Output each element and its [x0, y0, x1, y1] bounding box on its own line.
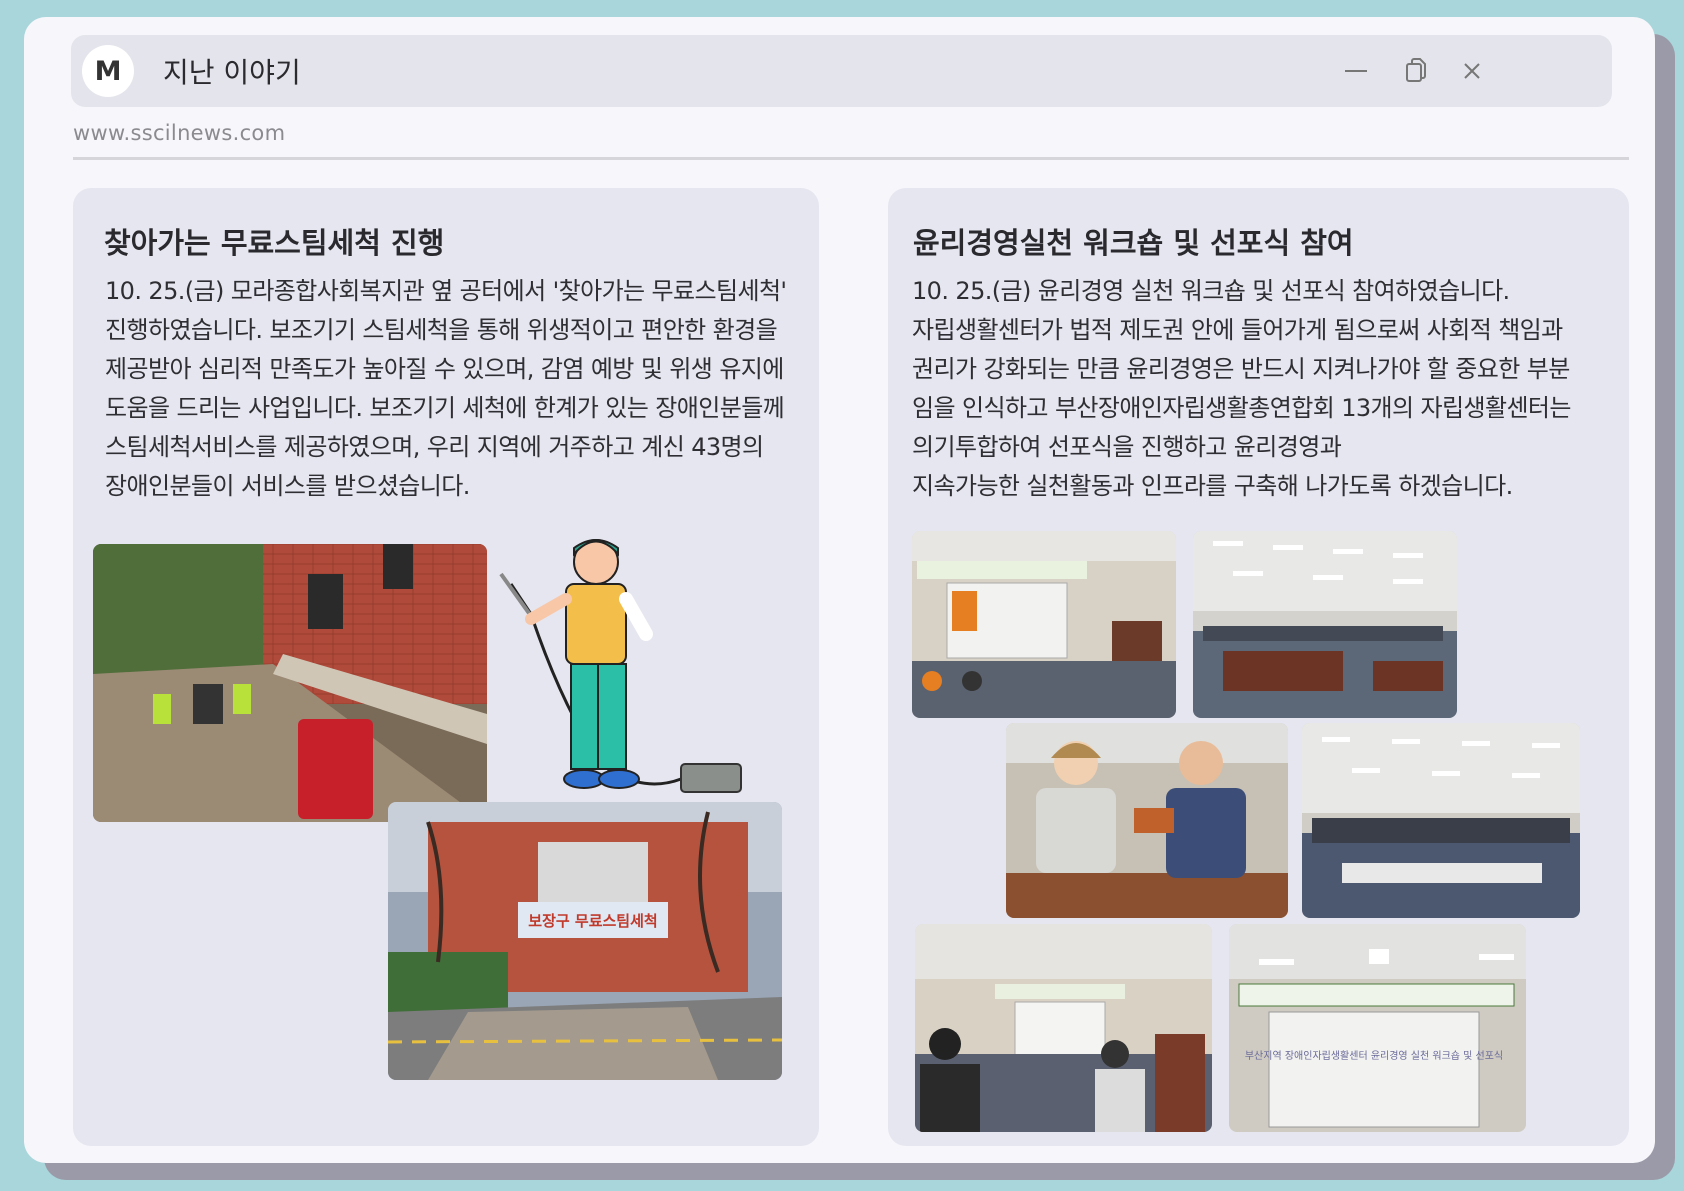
title-bar: M 지난 이야기 [71, 35, 1612, 107]
photo-hall-audience [1302, 723, 1580, 918]
minimize-button[interactable] [1338, 53, 1374, 89]
photo-outdoor-cleaning [93, 544, 487, 822]
body-line: 제공받아 심리적 만족도가 높아질 수 있으며, 감염 예방 및 위생 유지에 [105, 355, 784, 383]
body-line: 10. 25.(금) 윤리경영 실천 워크숍 및 선포식 참여하였습니다. [912, 277, 1510, 305]
copy-icon [1406, 58, 1426, 82]
screen-text: 부산지역 장애인자립생활센터 윤리경영 실천 워크숍 및 선포식 [1245, 1049, 1503, 1062]
body-line: 임을 인식하고 부산장애인자립생활총연합회 13개의 자립생활센터는 [912, 394, 1572, 422]
body-line: 10. 25.(금) 모라종합사회복지관 옆 공터에서 '찾아가는 무료스팀세척… [105, 277, 787, 305]
body-line: 자립생활센터가 법적 제도권 안에 들어가게 됨으로써 사회적 책임과 [912, 316, 1563, 344]
photo-participants [1006, 723, 1288, 918]
body-line: 스팀세척서비스를 제공하였으며, 우리 지역에 거주하고 계신 43명의 [105, 433, 764, 461]
close-icon [1464, 63, 1480, 79]
body-line: 권리가 강화되는 만큼 윤리경영은 반드시 지켜나가야 할 중요한 부분 [912, 355, 1570, 383]
body-line: 장애인분들이 서비스를 받으셨습니다. [105, 472, 470, 500]
card-heading: 윤리경영실천 워크숍 및 선포식 참여 [913, 226, 1354, 260]
story-card-ethics-workshop: 윤리경영실천 워크숍 및 선포식 참여 10. 25.(금) 윤리경영 실천 워… [888, 188, 1629, 1146]
minimize-icon [1345, 70, 1367, 72]
body-line: 도움을 드리는 사업입니다. 보조기기 세척에 한계가 있는 장애인분들께 [105, 394, 785, 422]
body-line: 진행하였습니다. 보조기기 스팀세척을 통해 위생적이고 편안한 환경을 [105, 316, 778, 344]
card-heading: 찾아가는 무료스팀세척 진행 [104, 226, 445, 260]
copy-button[interactable] [1398, 53, 1434, 89]
popup-window: M 지난 이야기 www.sscilnews.com 찾아가는 무료스팀세척 진… [24, 17, 1655, 1163]
photo-hall-wide [1193, 531, 1457, 718]
photo-seminar-room [915, 924, 1212, 1132]
source-url: www.sscilnews.com [73, 121, 286, 145]
photo-welfare-center: 보장구 무료스팀세척 [388, 802, 782, 1080]
body-line: 지속가능한 실천활동과 인프라를 구축해 나가도록 하겠습니다. [912, 472, 1513, 500]
banner-text: 보장구 무료스팀세척 [528, 912, 657, 930]
photo-ceremony-screen: 부산지역 장애인자립생활센터 윤리경영 실천 워크숍 및 선포식 [1229, 924, 1526, 1132]
body-line: 의기투합하여 선포식을 진행하고 윤리경영과 [912, 433, 1342, 461]
steam-cleaner-illustration [491, 524, 791, 794]
story-card-steam-cleaning: 찾아가는 무료스팀세척 진행 10. 25.(금) 모라종합사회복지관 옆 공터… [73, 188, 819, 1146]
close-button[interactable] [1454, 53, 1490, 89]
avatar: M [82, 45, 134, 97]
photo-workshop-presentation [912, 531, 1176, 718]
page-title: 지난 이야기 [163, 56, 301, 89]
divider [73, 157, 1629, 160]
